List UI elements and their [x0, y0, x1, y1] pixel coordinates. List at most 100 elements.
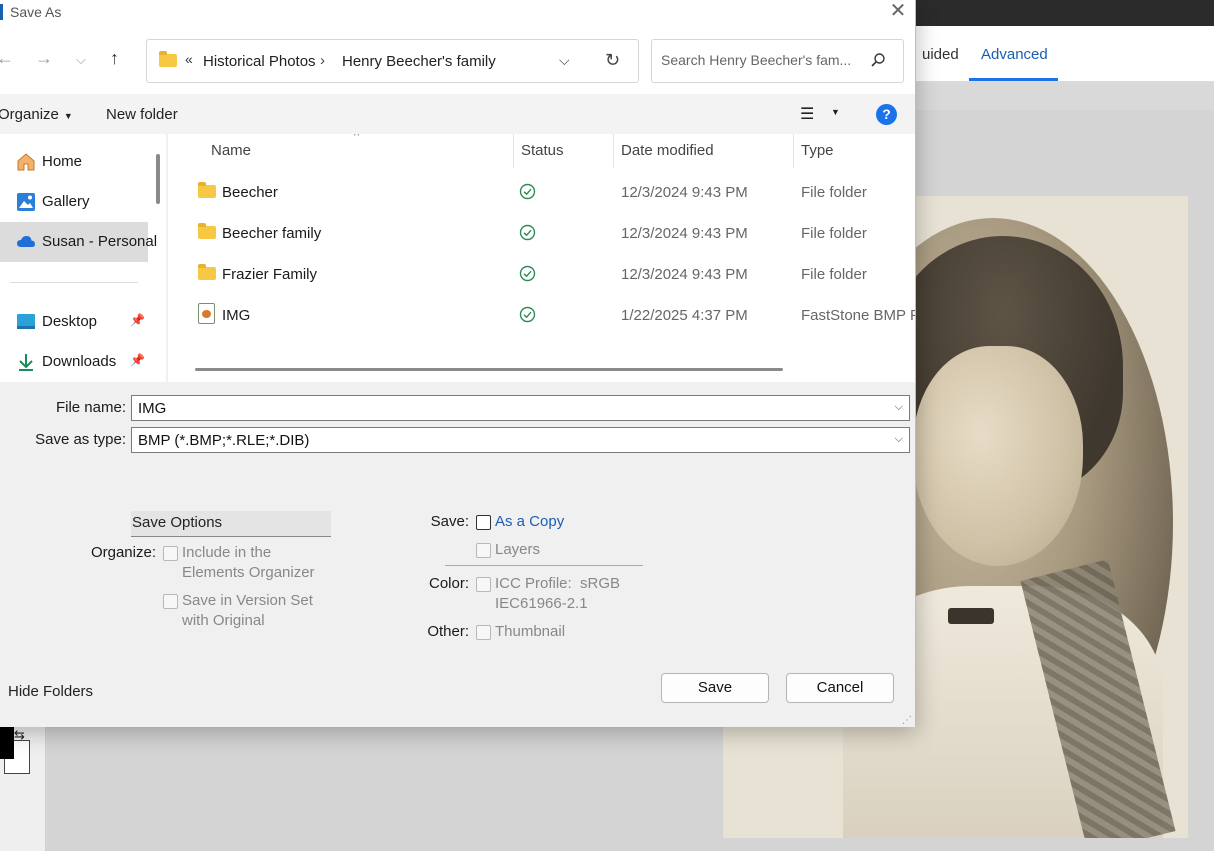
sidebar-item-downloads[interactable]: Downloads 📌 [0, 342, 148, 382]
cancel-button[interactable]: Cancel [786, 673, 894, 703]
view-options-icon[interactable]: ☰ [800, 104, 814, 124]
thumbnail-checkbox[interactable] [476, 625, 491, 640]
column-header-status[interactable]: Status [521, 142, 564, 159]
table-row[interactable]: Beecher family 12/3/2024 9:43 PM File fo… [168, 215, 915, 256]
photo-face [913, 346, 1083, 566]
hide-folders-button[interactable]: Hide Folders [8, 683, 93, 700]
pin-icon: 📌 [130, 353, 145, 367]
new-folder-button[interactable]: New folder [106, 106, 178, 123]
sidebar-item-home[interactable]: Home [0, 142, 148, 182]
sort-ascending-icon: ^ [354, 134, 360, 142]
address-history-chevron-icon[interactable]: ⌵ [559, 52, 570, 69]
file-type: File folder [801, 225, 867, 242]
file-name: Beecher [222, 184, 278, 201]
sidebar-item-susan-personal[interactable]: Susan - Personal [0, 222, 157, 262]
column-header-date-modified[interactable]: Date modified [621, 142, 714, 159]
navigation-pane: Home Gallery Susan - Personal Desktop 📌 [0, 134, 166, 382]
version-set-checkbox[interactable] [163, 594, 178, 609]
tab-advanced[interactable]: Advanced [981, 46, 1048, 63]
close-button[interactable]: ✕ [884, 0, 912, 24]
column-header-type[interactable]: Type [801, 142, 834, 159]
search-icon[interactable] [870, 52, 886, 68]
up-arrow-icon[interactable]: ↑ [110, 48, 119, 69]
file-name-label: File name: [55, 399, 126, 416]
thumbnail-label: Thumbnail [495, 623, 566, 640]
as-a-copy-label[interactable]: As a Copy [495, 512, 564, 532]
file-type: File folder [801, 184, 867, 201]
photo-bow-tie [948, 608, 994, 624]
search-box[interactable] [651, 39, 904, 83]
folder-icon [198, 264, 216, 280]
file-type: FastStone BMP Fil [801, 307, 915, 324]
navpane-scrollbar[interactable] [156, 154, 160, 204]
icc-profile-checkbox[interactable] [476, 577, 491, 592]
layers-checkbox[interactable] [476, 543, 491, 558]
organize-menu-button[interactable]: Organize ▼ [0, 106, 73, 123]
sidebar-item-label: Home [42, 153, 83, 170]
home-icon [17, 153, 35, 171]
tab-guided[interactable]: uided [922, 46, 959, 63]
table-row[interactable]: Frazier Family 12/3/2024 9:43 PM File fo… [168, 256, 915, 297]
save-button[interactable]: Save [661, 673, 769, 703]
save-options-heading: Save Options [131, 511, 331, 537]
swap-colors-icon[interactable]: ⇆ [14, 727, 25, 743]
horizontal-scrollbar[interactable] [195, 368, 783, 371]
sidebar-item-desktop[interactable]: Desktop 📌 [0, 302, 148, 342]
folder-icon [198, 223, 216, 239]
save-as-type-select[interactable]: BMP (*.BMP;*.RLE;*.DIB) ⌵ [131, 427, 910, 453]
forward-arrow-icon[interactable]: → [35, 48, 53, 69]
sidebar-item-label: Gallery [42, 193, 90, 210]
table-row[interactable]: IMG 1/22/2025 4:37 PM FastStone BMP Fil [168, 297, 915, 338]
close-icon: ✕ [889, 0, 907, 22]
file-name: Beecher family [222, 225, 322, 242]
chevron-down-icon[interactable]: ⌵ [895, 401, 903, 414]
file-name-value[interactable]: IMG [138, 400, 166, 417]
column-separator[interactable] [613, 134, 614, 168]
table-row[interactable]: Beecher 12/3/2024 9:43 PM File folder [168, 174, 915, 215]
sidebar-item-gallery[interactable]: Gallery [0, 182, 148, 222]
organize-option-label: Organize: [90, 544, 156, 561]
dialog-titlebar[interactable]: Save As ✕ [0, 0, 915, 26]
column-separator[interactable] [513, 134, 514, 168]
column-header-name[interactable]: Name [211, 142, 251, 159]
version-set-label-2: with Original [182, 612, 265, 629]
chevron-down-icon[interactable]: ⌵ [895, 433, 903, 446]
options-divider [445, 565, 643, 566]
include-organizer-label-1: Include in the [182, 544, 272, 561]
save-as-dialog: Save As ✕ ← → ⌵ ↑ « Historical Photos › … [0, 0, 916, 727]
view-caret-down-icon[interactable]: ▼ [831, 107, 840, 117]
search-input[interactable] [661, 52, 861, 68]
pin-icon: 📌 [130, 313, 145, 327]
sidebar-item-label: Desktop [42, 313, 98, 330]
dialog-title: Save As [10, 4, 62, 20]
as-a-copy-checkbox[interactable] [476, 515, 491, 530]
sidebar-divider [10, 282, 138, 283]
sidebar-item-label: Susan - Personal [42, 233, 158, 250]
breadcrumb-henry-beechers-family[interactable]: Henry Beecher's family [342, 53, 496, 70]
back-arrow-icon[interactable]: ← [0, 48, 14, 69]
gallery-icon [17, 193, 35, 211]
file-name-field[interactable]: IMG ⌵ [131, 395, 910, 421]
onedrive-cloud-icon [17, 236, 35, 247]
file-date: 12/3/2024 9:43 PM [621, 225, 748, 242]
breadcrumb-overflow[interactable]: « [185, 51, 193, 67]
foreground-color-swatch[interactable] [0, 727, 14, 759]
organize-label: Organize [0, 106, 59, 123]
save-as-type-value: BMP (*.BMP;*.RLE;*.DIB) [138, 432, 310, 449]
file-name: IMG [222, 307, 251, 324]
help-icon[interactable]: ? [876, 104, 897, 125]
icc-profile-label-2: IEC61966-2.1 [495, 595, 588, 612]
dialog-footer: Hide Folders Save Cancel ⋰ [0, 649, 915, 727]
refresh-icon[interactable]: ↻ [605, 50, 620, 71]
sidebar-item-label: Downloads [42, 353, 117, 370]
column-separator[interactable] [793, 134, 794, 168]
recent-locations-chevron-icon[interactable]: ⌵ [76, 52, 86, 68]
resize-grip-icon[interactable]: ⋰ [902, 715, 912, 726]
breadcrumb-historical-photos[interactable]: Historical Photos [203, 53, 316, 70]
file-date: 12/3/2024 9:43 PM [621, 184, 748, 201]
include-organizer-checkbox[interactable] [163, 546, 178, 561]
file-list: ^ Name Status Date modified Type Beecher… [168, 134, 915, 382]
address-bar[interactable]: « Historical Photos › Henry Beecher's fa… [146, 39, 639, 83]
breadcrumb-separator-icon[interactable]: › [320, 52, 325, 69]
caret-down-icon: ▼ [63, 111, 73, 121]
